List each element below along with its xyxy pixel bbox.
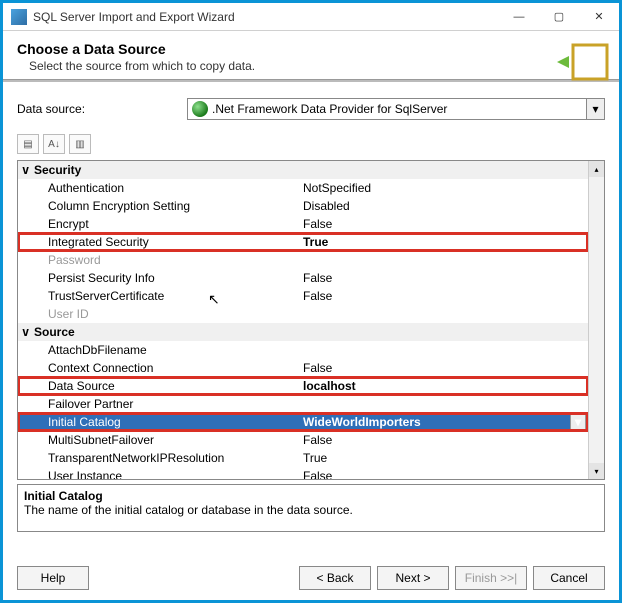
- provider-icon: [192, 101, 208, 117]
- vertical-scrollbar[interactable]: ▴ ▾: [588, 161, 604, 479]
- minimize-button[interactable]: —: [499, 5, 539, 29]
- chevron-down-icon[interactable]: ▾: [570, 414, 586, 430]
- finish-button: Finish >>|: [455, 566, 527, 590]
- cancel-button[interactable]: Cancel: [533, 566, 605, 590]
- collapse-icon[interactable]: v: [22, 325, 34, 339]
- prop-failover-partner[interactable]: Failover Partner: [18, 395, 588, 413]
- prop-context-connection[interactable]: Context ConnectionFalse: [18, 359, 588, 377]
- prop-integrated-security[interactable]: Integrated SecurityTrue: [18, 233, 588, 251]
- data-source-row: Data source: .Net Framework Data Provide…: [3, 82, 619, 130]
- property-description: Initial Catalog The name of the initial …: [17, 484, 605, 532]
- prop-authentication[interactable]: AuthenticationNotSpecified: [18, 179, 588, 197]
- close-button[interactable]: ✕: [579, 5, 619, 29]
- prop-transparent-network-ip-resolution[interactable]: TransparentNetworkIPResolutionTrue: [18, 449, 588, 467]
- page-subtitle: Select the source from which to copy dat…: [29, 59, 605, 73]
- scroll-up-button[interactable]: ▴: [589, 161, 604, 177]
- alphabetical-view-button[interactable]: A↓: [43, 134, 65, 154]
- prop-data-source[interactable]: Data Sourcelocalhost: [18, 377, 588, 395]
- wizard-header: Choose a Data Source Select the source f…: [3, 31, 619, 79]
- data-source-dropdown[interactable]: .Net Framework Data Provider for SqlServ…: [187, 98, 605, 120]
- prop-user-instance[interactable]: User InstanceFalse: [18, 467, 588, 479]
- prop-attach-db-filename[interactable]: AttachDbFilename: [18, 341, 588, 359]
- page-title: Choose a Data Source: [17, 41, 605, 57]
- chevron-down-icon[interactable]: ▾: [586, 99, 604, 119]
- titlebar: SQL Server Import and Export Wizard — ▢ …: [3, 3, 619, 31]
- prop-user-id[interactable]: User ID: [18, 305, 588, 323]
- prop-persist-security-info[interactable]: Persist Security InfoFalse: [18, 269, 588, 287]
- prop-column-encryption[interactable]: Column Encryption SettingDisabled: [18, 197, 588, 215]
- maximize-button[interactable]: ▢: [539, 5, 579, 29]
- prop-encrypt[interactable]: EncryptFalse: [18, 215, 588, 233]
- help-button[interactable]: Help: [17, 566, 89, 590]
- window-title: SQL Server Import and Export Wizard: [33, 10, 499, 24]
- data-source-value: .Net Framework Data Provider for SqlServ…: [212, 102, 586, 116]
- app-icon: [11, 9, 27, 25]
- categorized-view-button[interactable]: ▤: [17, 134, 39, 154]
- description-text: The name of the initial catalog or datab…: [24, 503, 598, 517]
- wizard-graphic-icon: [555, 37, 613, 87]
- property-pages-button[interactable]: ▥: [69, 134, 91, 154]
- scroll-down-button[interactable]: ▾: [589, 463, 604, 479]
- property-grid-toolbar: ▤ A↓ ▥: [3, 130, 619, 158]
- back-button[interactable]: < Back: [299, 566, 371, 590]
- property-grid[interactable]: v Security AuthenticationNotSpecified Co…: [17, 160, 605, 480]
- description-title: Initial Catalog: [24, 489, 598, 503]
- prop-password[interactable]: Password: [18, 251, 588, 269]
- data-source-label: Data source:: [17, 102, 187, 116]
- next-button[interactable]: Next >: [377, 566, 449, 590]
- prop-trust-server-certificate[interactable]: TrustServerCertificateFalse: [18, 287, 588, 305]
- wizard-button-bar: Help < Back Next > Finish >>| Cancel: [3, 566, 619, 590]
- category-source[interactable]: v Source: [18, 323, 588, 341]
- collapse-icon[interactable]: v: [22, 163, 34, 177]
- prop-initial-catalog[interactable]: Initial CatalogWideWorldImporters▾: [18, 413, 588, 431]
- prop-multi-subnet-failover[interactable]: MultiSubnetFailoverFalse: [18, 431, 588, 449]
- category-security[interactable]: v Security: [18, 161, 588, 179]
